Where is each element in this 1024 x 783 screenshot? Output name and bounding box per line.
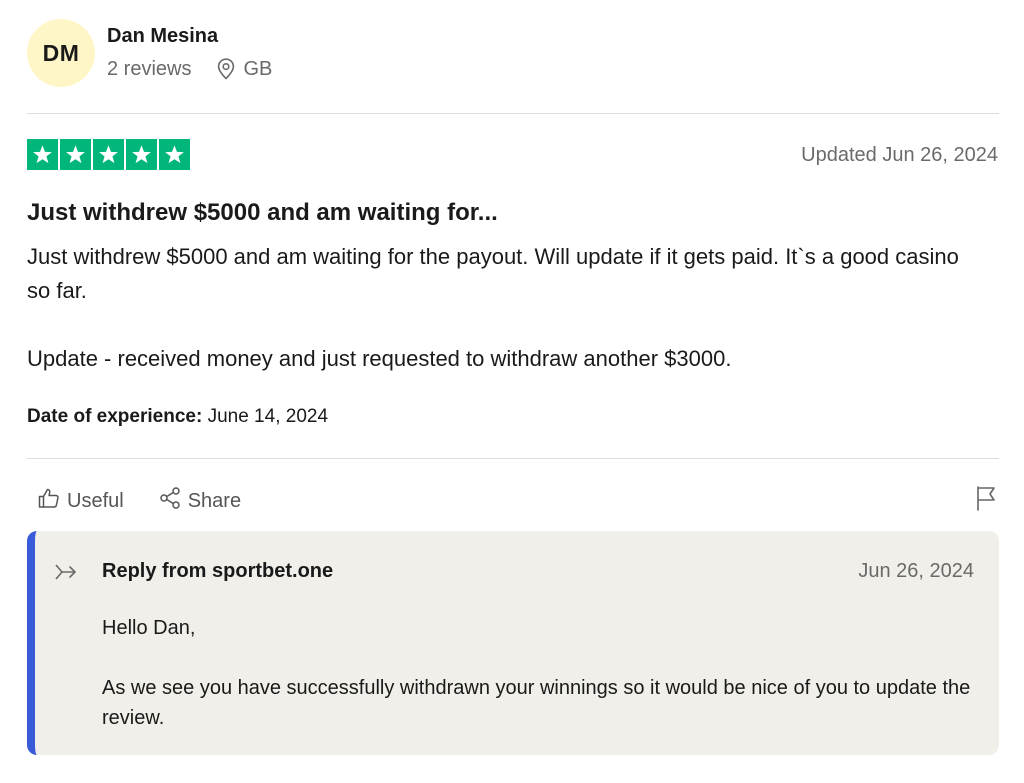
reviewer-meta: 2 reviews GB	[107, 57, 272, 81]
share-icon	[158, 486, 188, 516]
thumbs-up-icon	[37, 486, 67, 516]
star-icon	[159, 139, 190, 170]
reviewer-country: GB	[243, 57, 273, 80]
share-button[interactable]: Share	[158, 486, 241, 516]
divider	[27, 458, 999, 459]
reviewer-header: DM Dan Mesina 2 reviews GB	[27, 19, 272, 87]
review-paragraph: Update - received money and just request…	[27, 346, 732, 371]
review-updated-date: Updated Jun 26, 2024	[801, 144, 998, 166]
star-icon	[126, 139, 157, 170]
star-icon	[27, 139, 58, 170]
share-label: Share	[187, 489, 242, 512]
report-flag-icon[interactable]	[974, 485, 998, 516]
reviewer-info: Dan Mesina 2 reviews GB	[107, 24, 272, 81]
reply-paragraph: As we see you have successfully withdraw…	[102, 677, 971, 729]
experience-label: Date of experience:	[27, 406, 203, 427]
date-of-experience: Date of experience: June 14, 2024	[27, 405, 328, 429]
experience-date: June 14, 2024	[202, 406, 329, 427]
star-icon	[60, 139, 91, 170]
reply-header: Reply from sportbet.one	[102, 560, 334, 582]
review-actions: Useful Share	[37, 486, 241, 516]
divider	[27, 113, 999, 114]
location-pin-icon	[217, 57, 235, 80]
reviewer-name[interactable]: Dan Mesina	[107, 24, 272, 48]
star-rating	[27, 139, 190, 170]
avatar-initials: DM	[42, 39, 80, 66]
avatar[interactable]: DM	[27, 19, 95, 87]
company-reply: Reply from sportbet.one Jun 26, 2024 Hel…	[27, 531, 999, 755]
reviews-count: 2 reviews	[107, 57, 192, 80]
reply-date: Jun 26, 2024	[858, 560, 974, 582]
reply-body: Hello Dan, As we see you have successful…	[102, 613, 982, 733]
review-body: Just withdrew $5000 and am waiting for t…	[27, 240, 987, 410]
reply-arrow-icon	[53, 561, 79, 588]
reply-paragraph: Hello Dan,	[102, 617, 196, 639]
review-paragraph: Just withdrew $5000 and am waiting for t…	[27, 244, 959, 303]
useful-label: Useful	[67, 489, 124, 512]
useful-button[interactable]: Useful	[37, 486, 124, 516]
star-icon	[93, 139, 124, 170]
review-title[interactable]: Just withdrew $5000 and am waiting for..…	[27, 198, 498, 228]
